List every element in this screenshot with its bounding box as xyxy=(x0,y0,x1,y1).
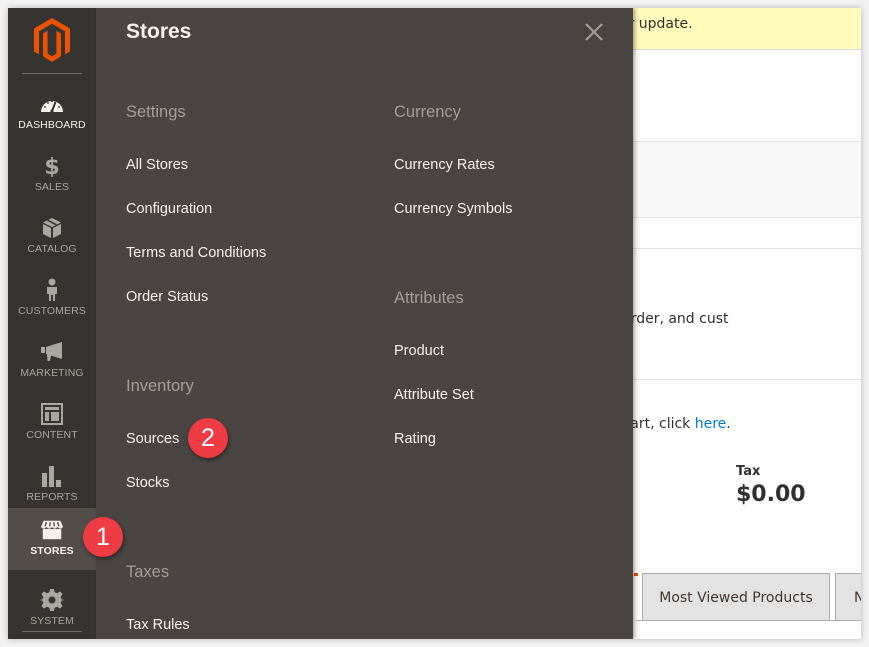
person-icon xyxy=(40,278,64,302)
menu-link-currency-symbols[interactable]: Currency Symbols xyxy=(394,201,512,217)
section-title-taxes: Taxes xyxy=(126,563,170,581)
menu-link-rating[interactable]: Rating xyxy=(394,431,436,447)
section-title-attributes: Attributes xyxy=(394,289,464,307)
enable-chart-link[interactable]: here xyxy=(695,416,727,432)
nav-item-marketing[interactable]: MARKETING xyxy=(8,330,96,392)
tax-value: $0.00 xyxy=(736,482,806,507)
nav-item-system[interactable]: SYSTEM xyxy=(8,578,96,639)
menu-link-attribute-set[interactable]: Attribute Set xyxy=(394,387,474,403)
flyout-title: Stores xyxy=(126,20,192,43)
nav-item-content[interactable]: CONTENT xyxy=(8,392,96,454)
dollar-icon: $ xyxy=(40,154,64,178)
box-icon xyxy=(40,216,64,240)
menu-link-tax-rules[interactable]: Tax Rules xyxy=(126,617,190,633)
svg-text:$: $ xyxy=(44,155,59,177)
tabs-baseline xyxy=(636,620,861,621)
menu-link-stocks[interactable]: Stocks xyxy=(126,475,170,491)
tax-label: Tax xyxy=(736,464,761,479)
megaphone-icon xyxy=(40,340,64,364)
menu-link-sources[interactable]: Sources xyxy=(126,431,179,447)
nav-label: MARKETING xyxy=(20,367,84,379)
layout-icon xyxy=(40,402,64,426)
nav-item-reports[interactable]: REPORTS xyxy=(8,454,96,516)
nav-label: SALES xyxy=(34,181,70,193)
nav-item-catalog[interactable]: CATALOG xyxy=(8,206,96,268)
bar-chart-icon xyxy=(40,464,64,488)
nav-item-sales[interactable]: $ SALES xyxy=(8,144,96,206)
admin-window: heduled for update. ur dynamic product, … xyxy=(8,8,861,639)
section-title-inventory: Inventory xyxy=(126,377,194,395)
nav-divider xyxy=(22,631,82,632)
stores-flyout-menu: Stores Settings All Stores Configuration… xyxy=(96,8,633,639)
menu-link-all-stores[interactable]: All Stores xyxy=(126,157,188,173)
admin-sidebar: DASHBOARD $ SALES CATALOG CUSTOMERS MARK… xyxy=(8,8,96,639)
tab-most-viewed-products[interactable]: Most Viewed Products xyxy=(642,573,830,621)
menu-link-order-status[interactable]: Order Status xyxy=(126,289,208,305)
callout-badge-2: 2 xyxy=(188,418,228,458)
nav-label: CUSTOMERS xyxy=(18,305,86,317)
menu-link-terms-and-conditions[interactable]: Terms and Conditions xyxy=(126,245,266,261)
callout-badge-1: 1 xyxy=(83,517,123,557)
menu-link-configuration[interactable]: Configuration xyxy=(126,201,212,217)
nav-label: REPORTS xyxy=(26,491,78,503)
storefront-icon xyxy=(40,518,64,542)
active-tab-accent xyxy=(634,573,638,576)
nav-item-customers[interactable]: CUSTOMERS xyxy=(8,268,96,330)
magento-logo-icon[interactable] xyxy=(34,18,70,62)
nav-label: STORES xyxy=(30,545,74,557)
gear-icon xyxy=(40,588,64,612)
logo-divider xyxy=(22,73,82,74)
dashboard-gauge-icon xyxy=(40,92,64,116)
nav-item-dashboard[interactable]: DASHBOARD xyxy=(8,82,96,144)
nav-label: SYSTEM xyxy=(30,615,74,627)
nav-label: CATALOG xyxy=(27,243,77,255)
section-title-currency: Currency xyxy=(394,103,461,121)
menu-link-product[interactable]: Product xyxy=(394,343,444,359)
nav-label: CONTENT xyxy=(26,429,78,441)
close-icon[interactable] xyxy=(582,20,606,44)
nav-label: DASHBOARD xyxy=(18,119,86,131)
menu-link-currency-rates[interactable]: Currency Rates xyxy=(394,157,495,173)
tab-next[interactable]: N xyxy=(835,573,861,621)
section-title-settings: Settings xyxy=(126,103,186,121)
